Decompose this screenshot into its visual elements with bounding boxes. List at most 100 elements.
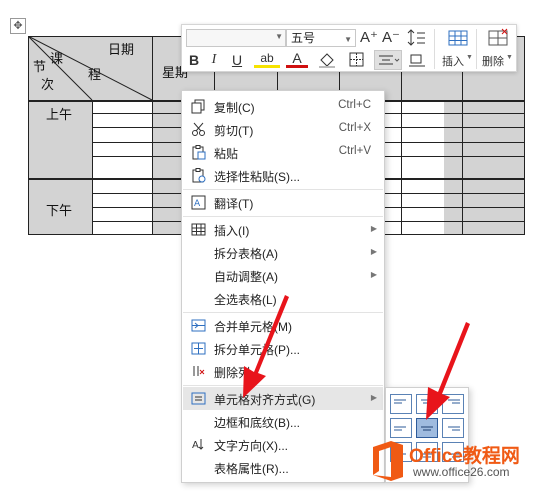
menu-item-label: 拆分单元格(P)... bbox=[214, 343, 300, 357]
cell-align-button[interactable] bbox=[374, 50, 402, 70]
menu-item-label: 拆分表格(A) bbox=[214, 247, 278, 261]
font-size-value: 五号 bbox=[291, 31, 316, 45]
align-middle-center-button[interactable] bbox=[416, 418, 438, 438]
menu-item-insert[interactable]: 插入(I) ▶ bbox=[183, 218, 383, 241]
menu-item-select-table[interactable]: 全选表格(L) bbox=[183, 287, 383, 310]
menu-item-label: 剪切(T) bbox=[214, 124, 254, 138]
menu-item-autofit[interactable]: 自动调整(A) ▶ bbox=[183, 264, 383, 287]
menu-item-label: 复制(C) bbox=[214, 101, 255, 115]
menu-item-label: 表格属性(R)... bbox=[214, 462, 289, 476]
underline-button[interactable]: U bbox=[226, 50, 248, 70]
highlight-button[interactable]: ab bbox=[254, 50, 280, 68]
align-middle-right-button[interactable] bbox=[442, 418, 464, 438]
chevron-right-icon: ▶ bbox=[370, 247, 377, 256]
menu-item-cell-alignment[interactable]: 单元格对齐方式(G) ▶ bbox=[183, 387, 383, 410]
split-cells-icon bbox=[191, 342, 206, 355]
copy-icon bbox=[191, 99, 205, 114]
menu-item-borders-shading[interactable]: 边框和底纹(B)... bbox=[183, 410, 383, 433]
border-icon bbox=[349, 52, 364, 67]
menu-item-copy[interactable]: 复制(C) Ctrl+C bbox=[183, 95, 383, 118]
menu-item-paste[interactable]: 粘贴 Ctrl+V bbox=[183, 141, 383, 164]
eraser-icon bbox=[409, 54, 425, 67]
align-middle-left-button[interactable] bbox=[390, 418, 412, 438]
paste-icon bbox=[192, 145, 206, 160]
menu-item-paste-special[interactable]: 选择性粘贴(S)... bbox=[183, 164, 383, 187]
office-logo-icon bbox=[373, 441, 403, 481]
chevron-right-icon: ▶ bbox=[370, 393, 377, 402]
watermark-title: Office教程网 bbox=[409, 446, 520, 467]
chevron-right-icon: ▶ bbox=[370, 270, 377, 279]
menu-item-shortcut: Ctrl+X bbox=[338, 122, 371, 134]
menu-item-delete-column[interactable]: 删除列 bbox=[183, 360, 383, 383]
italic-button[interactable]: I bbox=[206, 50, 222, 70]
header-jie-label: 节 bbox=[33, 59, 47, 74]
header-date-label: 日期 bbox=[108, 42, 135, 57]
shading-button[interactable] bbox=[316, 51, 340, 71]
menu-item-label: 自动调整(A) bbox=[214, 270, 278, 284]
table-insert-icon bbox=[191, 223, 206, 236]
paste-special-icon bbox=[192, 168, 206, 183]
menu-item-split-cells[interactable]: 拆分单元格(P)... bbox=[183, 337, 383, 360]
chevron-right-icon: ▶ bbox=[370, 224, 377, 233]
align-top-left-button[interactable] bbox=[390, 394, 412, 414]
eraser-button[interactable] bbox=[406, 51, 428, 71]
svg-text:A: A bbox=[194, 199, 201, 209]
cell-align-icon bbox=[191, 392, 206, 405]
border-button[interactable] bbox=[346, 51, 370, 71]
menu-item-cut[interactable]: 剪切(T) Ctrl+X bbox=[183, 118, 383, 141]
menu-item-text-direction[interactable]: A 文字方向(X)... bbox=[183, 433, 383, 456]
bold-button[interactable]: B bbox=[186, 50, 202, 70]
menu-item-label: 边框和底纹(B)... bbox=[214, 416, 300, 430]
menu-item-label: 插入(I) bbox=[214, 224, 250, 238]
menu-item-label: 合并单元格(M) bbox=[214, 320, 292, 334]
text-direction-icon: A bbox=[192, 439, 204, 451]
line-spacing-button[interactable] bbox=[404, 28, 430, 48]
chevron-down-icon: ▼ bbox=[275, 32, 283, 41]
menu-item-split-table[interactable]: 拆分表格(A) ▶ bbox=[183, 241, 383, 264]
menu-item-label: 全选表格(L) bbox=[214, 293, 277, 307]
font-color-button[interactable]: A bbox=[286, 50, 308, 68]
floating-format-toolbar: ▼ 五号 ▼ A⁺ A⁻ B I U ab A 插入 ▼ 删除 ▼ bbox=[181, 24, 517, 72]
table-move-handle[interactable]: ✥ bbox=[10, 18, 26, 34]
scissors-icon bbox=[192, 122, 205, 136]
table-delete-icon bbox=[488, 28, 508, 46]
header-ci-label: 次 bbox=[41, 77, 55, 92]
menu-item-shortcut: Ctrl+C bbox=[338, 99, 371, 111]
align-middle-center-icon bbox=[421, 426, 433, 431]
insert-label[interactable]: 插入 bbox=[442, 53, 464, 69]
menu-item-label: 文字方向(X)... bbox=[214, 439, 288, 453]
shrink-font-button[interactable]: A⁻ bbox=[382, 28, 400, 48]
table-context-menu: 复制(C) Ctrl+C 剪切(T) Ctrl+X 粘贴 Ctrl+V 选择性粘… bbox=[181, 90, 385, 483]
translate-icon: A bbox=[191, 195, 206, 210]
period-morning-label: 上午 bbox=[46, 107, 73, 122]
delete-column-icon bbox=[193, 366, 205, 376]
insert-table-button[interactable] bbox=[446, 28, 470, 48]
font-name-select[interactable]: ▼ bbox=[186, 29, 286, 47]
site-watermark: Office教程网 www.office26.com bbox=[365, 437, 530, 485]
watermark-url: www.office26.com bbox=[413, 465, 510, 479]
menu-item-label: 删除列 bbox=[214, 366, 251, 380]
menu-item-merge-cells[interactable]: 合并单元格(M) bbox=[183, 314, 383, 337]
delete-label[interactable]: 删除 bbox=[482, 53, 504, 69]
merge-cells-icon bbox=[191, 319, 206, 332]
grow-font-button[interactable]: A⁺ bbox=[360, 28, 378, 48]
chevron-down-icon: ▼ bbox=[466, 54, 473, 61]
align-middle-right-icon bbox=[448, 426, 460, 431]
menu-item-label: 翻译(T) bbox=[214, 197, 254, 211]
menu-item-translate[interactable]: A 翻译(T) bbox=[183, 191, 383, 214]
table-insert-icon bbox=[448, 30, 468, 46]
svg-text:A: A bbox=[192, 440, 199, 451]
align-top-right-icon bbox=[448, 399, 460, 404]
line-spacing-icon bbox=[407, 29, 425, 46]
align-top-right-button[interactable] bbox=[442, 394, 464, 414]
header-cheng-label: 程 bbox=[88, 67, 102, 82]
menu-item-label: 单元格对齐方式(G) bbox=[214, 393, 316, 407]
menu-item-table-properties[interactable]: 表格属性(R)... bbox=[183, 456, 383, 479]
delete-table-button[interactable] bbox=[486, 28, 510, 48]
align-top-center-button[interactable] bbox=[416, 394, 438, 414]
chevron-down-icon: ▼ bbox=[506, 54, 513, 61]
menu-item-label: 选择性粘贴(S)... bbox=[214, 170, 300, 184]
font-size-select[interactable]: 五号 ▼ bbox=[286, 29, 356, 47]
paint-bucket-icon bbox=[319, 53, 335, 68]
align-middle-left-icon bbox=[394, 426, 406, 431]
